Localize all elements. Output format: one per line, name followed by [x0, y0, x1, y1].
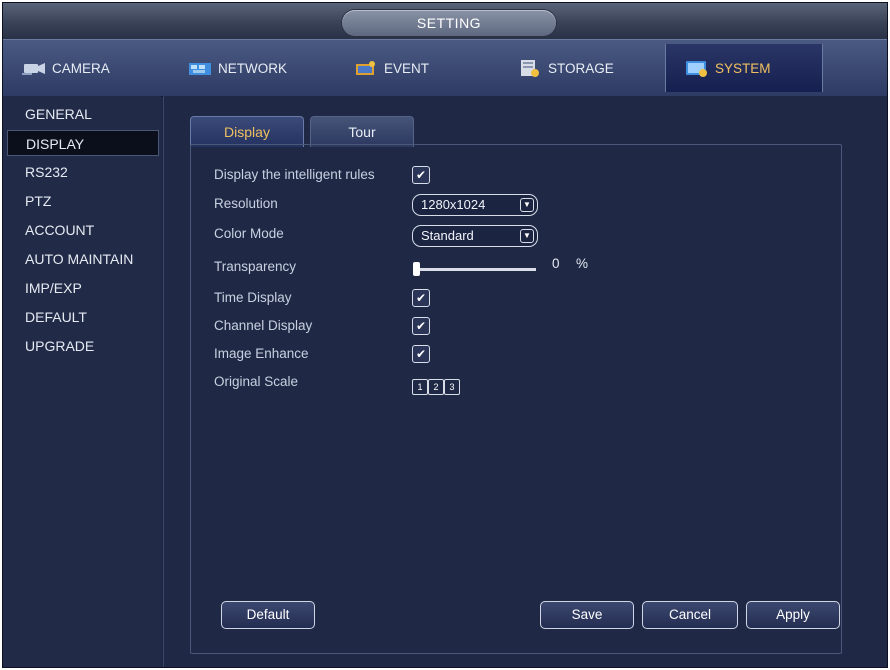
default-button[interactable]: Default — [221, 601, 315, 629]
checkmark-icon: ✔ — [415, 319, 427, 333]
color-mode-value: Standard — [421, 228, 474, 243]
tab-storage[interactable]: STORAGE — [517, 44, 657, 92]
sidebar-item-default[interactable]: DEFAULT — [7, 304, 159, 330]
sidebar: GENERAL DISPLAY RS232 PTZ ACCOUNT AUTO M… — [3, 96, 161, 667]
intelligent-rules-label: Display the intelligent rules — [214, 167, 375, 182]
checkmark-icon: ✔ — [415, 347, 427, 361]
tab-system-label: SYSTEM — [715, 60, 771, 76]
sidebar-item-auto-maintain[interactable]: AUTO MAINTAIN — [7, 246, 159, 272]
window-title: SETTING — [342, 10, 556, 36]
tab-camera-label: CAMERA — [52, 60, 110, 76]
cancel-button[interactable]: Cancel — [642, 601, 738, 629]
sidebar-item-upgrade[interactable]: UPGRADE — [7, 333, 159, 359]
nvr-settings-window: SETTING CAMERA NETWORK EVENT STORAGE SYS… — [2, 2, 888, 668]
resolution-value: 1280x1024 — [421, 197, 486, 212]
tab-event[interactable]: EVENT — [353, 44, 493, 92]
apply-button[interactable]: Apply — [746, 601, 840, 629]
sidebar-item-rs232[interactable]: RS232 — [7, 159, 159, 185]
transparency-slider-handle[interactable] — [413, 262, 420, 276]
color-mode-label: Color Mode — [214, 226, 284, 241]
tab-system[interactable]: SYSTEM — [665, 44, 823, 92]
sidebar-item-general[interactable]: GENERAL — [7, 101, 159, 127]
resolution-select[interactable]: 1280x1024 ▼ — [412, 194, 538, 216]
transparency-label: Transparency — [214, 259, 297, 274]
sidebar-item-display[interactable]: DISPLAY — [7, 130, 159, 156]
settings-panel — [190, 144, 842, 654]
tab-network-label: NETWORK — [218, 60, 287, 76]
tab-tour[interactable]: Tour — [310, 116, 414, 147]
camera-icon — [21, 58, 47, 78]
checkmark-icon: ✔ — [415, 168, 427, 182]
main-tab-strip: CAMERA NETWORK EVENT STORAGE SYSTEM — [3, 39, 887, 97]
title-bar: SETTING — [3, 3, 887, 39]
intelligent-rules-checkbox[interactable]: ✔ — [412, 166, 430, 184]
time-display-label: Time Display — [214, 290, 292, 305]
original-scale-button-1[interactable]: 1 — [412, 379, 428, 395]
resolution-label: Resolution — [214, 196, 278, 211]
tab-network[interactable]: NETWORK — [187, 44, 327, 92]
sidebar-item-imp-exp[interactable]: IMP/EXP — [7, 275, 159, 301]
transparency-slider-track[interactable] — [416, 268, 536, 271]
transparency-unit: % — [576, 256, 589, 271]
tab-event-label: EVENT — [384, 60, 430, 76]
chevron-down-icon: ▼ — [520, 198, 534, 212]
image-enhance-checkbox[interactable]: ✔ — [412, 345, 430, 363]
tab-camera[interactable]: CAMERA — [13, 44, 153, 92]
time-display-checkbox[interactable]: ✔ — [412, 289, 430, 307]
color-mode-select[interactable]: Standard ▼ — [412, 225, 538, 247]
original-scale-label: Original Scale — [214, 374, 299, 389]
content-area: Display Tour Display the intelligent rul… — [163, 96, 887, 667]
sidebar-item-account[interactable]: ACCOUNT — [7, 217, 159, 243]
original-scale-button-3[interactable]: 3 — [444, 379, 460, 395]
checkmark-icon: ✔ — [415, 291, 427, 305]
sidebar-item-ptz[interactable]: PTZ — [7, 188, 159, 214]
network-icon — [187, 58, 213, 78]
chevron-down-icon: ▼ — [520, 229, 534, 243]
tab-display[interactable]: Display — [190, 116, 304, 147]
original-scale-button-2[interactable]: 2 — [428, 379, 444, 395]
transparency-value: 0 — [552, 256, 560, 271]
tab-storage-label: STORAGE — [548, 60, 614, 76]
save-button[interactable]: Save — [540, 601, 634, 629]
event-icon — [353, 58, 379, 78]
channel-display-label: Channel Display — [214, 318, 313, 333]
image-enhance-label: Image Enhance — [214, 346, 309, 361]
channel-display-checkbox[interactable]: ✔ — [412, 317, 430, 335]
system-icon — [684, 58, 710, 78]
storage-icon — [517, 58, 543, 78]
